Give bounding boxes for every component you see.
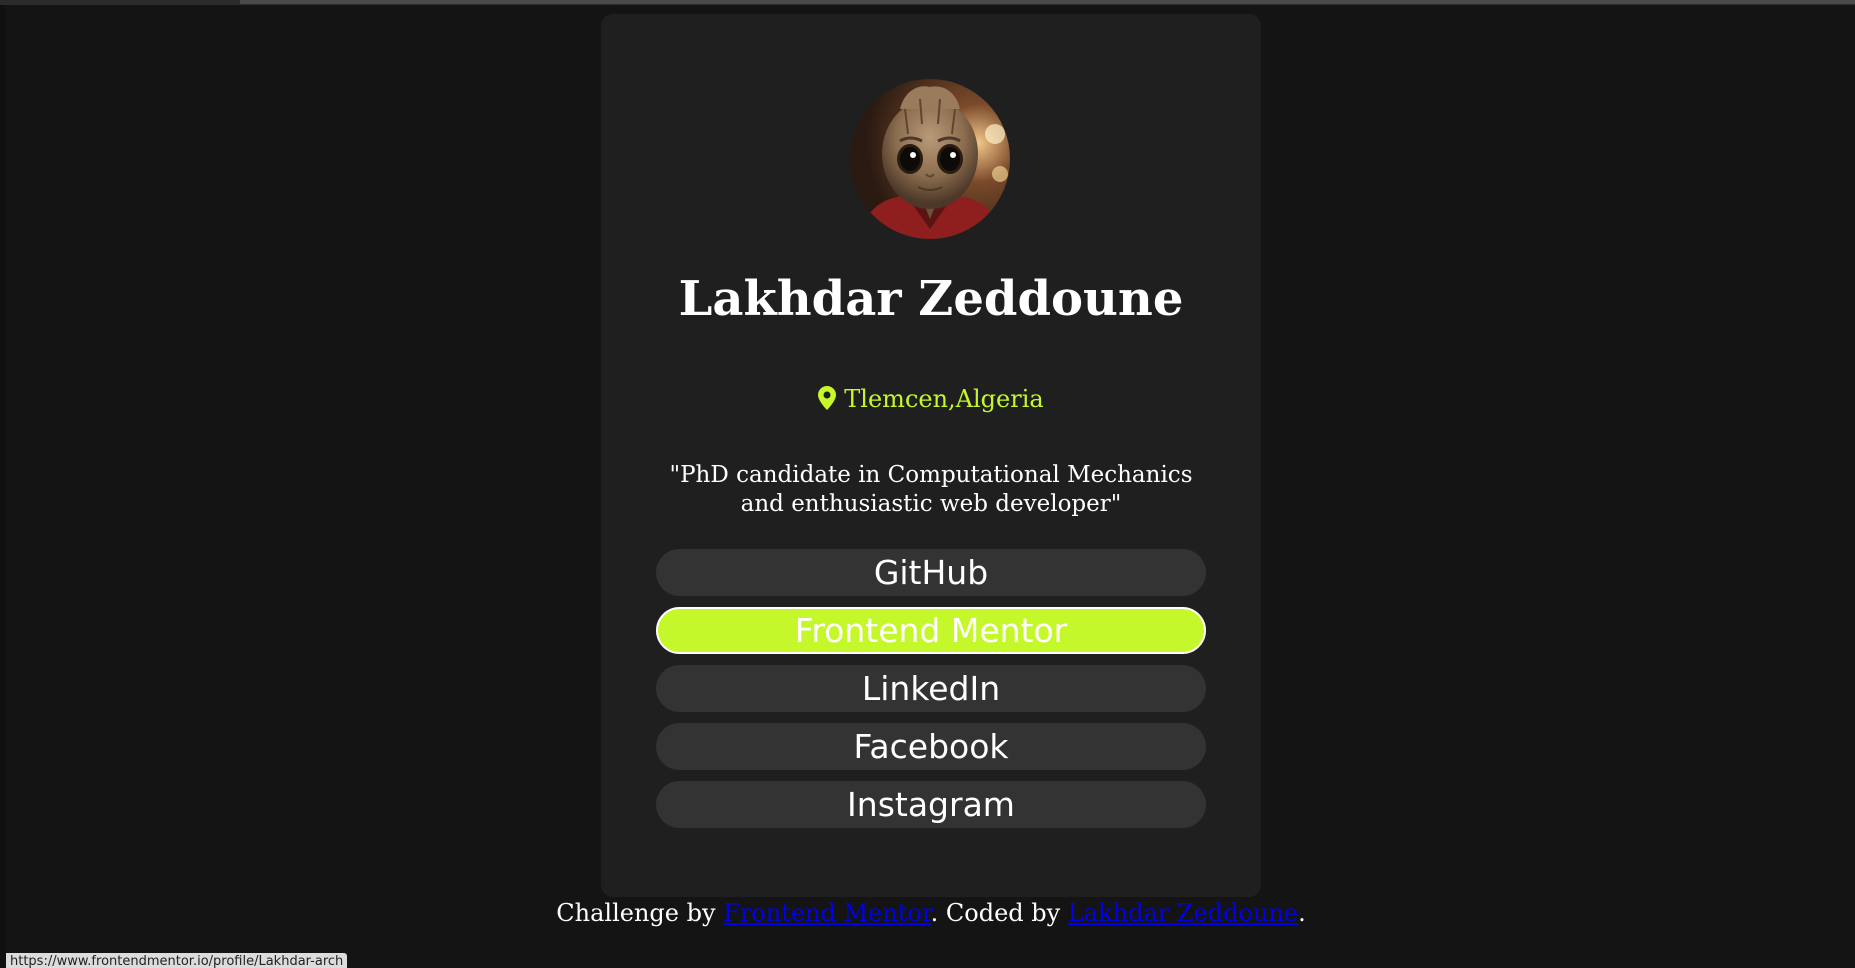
github-link-button[interactable]: GitHub <box>656 549 1206 596</box>
scrollbar-track <box>240 0 1855 4</box>
author-attribution-link[interactable]: Lakhdar Zeddoune <box>1068 899 1298 927</box>
frontend-mentor-attribution-link[interactable]: Frontend Mentor <box>723 899 931 927</box>
instagram-link-button[interactable]: Instagram <box>656 781 1206 828</box>
groot-avatar-icon <box>850 79 1010 239</box>
left-edge <box>0 5 6 968</box>
frontend-mentor-link-button[interactable]: Frontend Mentor <box>656 607 1206 654</box>
avatar <box>850 79 1010 239</box>
social-links: GitHub Frontend Mentor LinkedIn Facebook… <box>656 549 1206 839</box>
profile-bio: "PhD candidate in Computational Mechanic… <box>669 462 1193 517</box>
facebook-link-button[interactable]: Facebook <box>656 723 1206 770</box>
location-pin-icon <box>818 386 837 418</box>
linkedin-link-button[interactable]: LinkedIn <box>656 665 1206 712</box>
profile-location: Tlemcen,Algeria <box>601 383 1261 418</box>
location-text: Tlemcen,Algeria <box>844 385 1044 413</box>
attribution-suffix: . <box>1298 899 1306 927</box>
attribution-prefix: Challenge by <box>556 899 724 927</box>
link-preview-status-bar: https://www.frontendmentor.io/profile/La… <box>6 953 348 968</box>
attribution: Challenge by Frontend Mentor. Coded by L… <box>0 897 1855 929</box>
attribution-middle: . Coded by <box>930 899 1068 927</box>
browser-top-strip <box>0 0 1855 5</box>
profile-name: Lakhdar Zeddoune <box>678 271 1184 327</box>
